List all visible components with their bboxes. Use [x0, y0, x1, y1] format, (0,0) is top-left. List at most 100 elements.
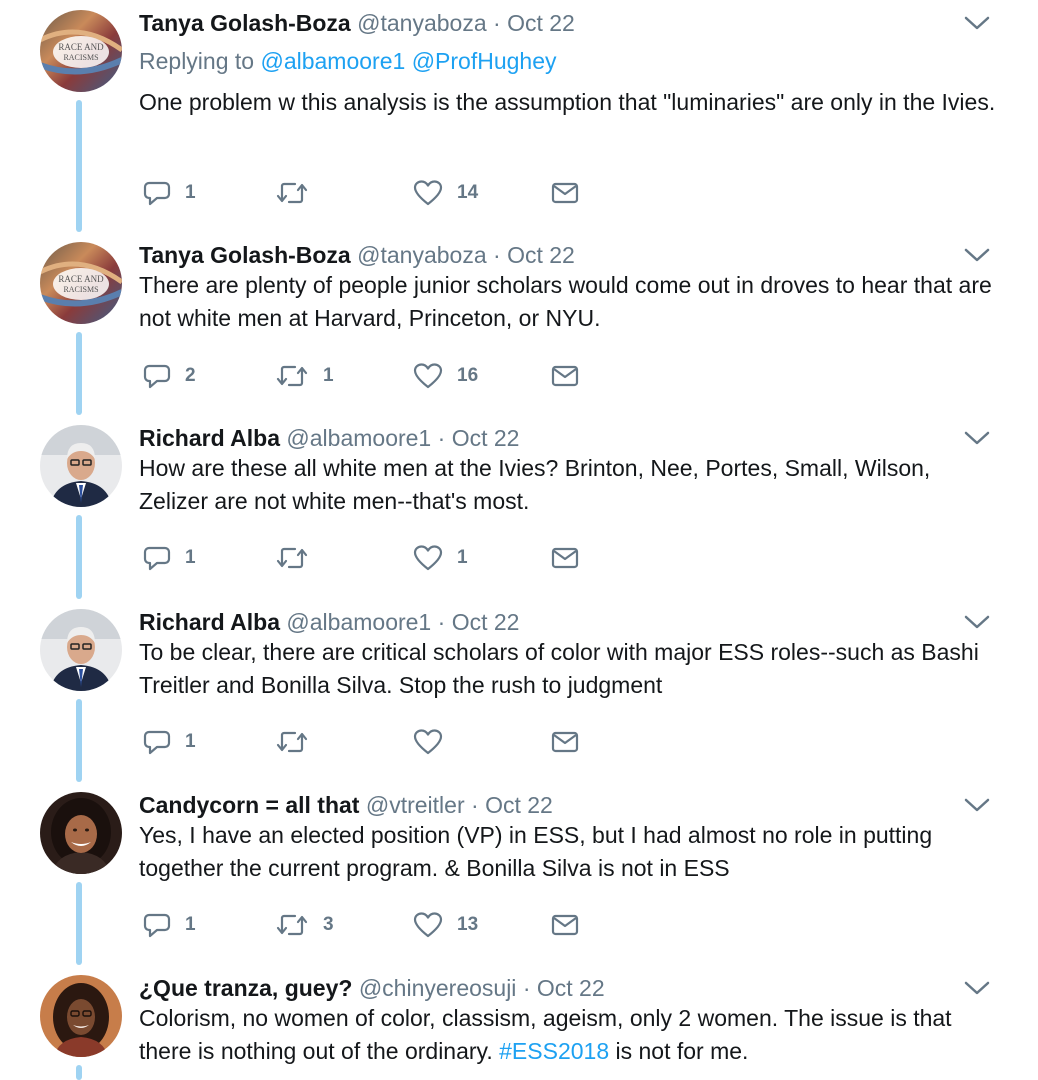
like-count: 13 — [457, 914, 479, 935]
tweet-text: Yes, I have an elected position (VP) in … — [139, 822, 933, 881]
retweet-button[interactable] — [275, 541, 323, 575]
retweet-icon — [276, 731, 308, 753]
reply-button[interactable]: 1 — [143, 908, 196, 942]
envelope-icon — [551, 731, 579, 753]
thread-line — [76, 332, 82, 415]
tweet-text: Colorism, no women of color, classism, a… — [139, 1002, 999, 1068]
author-name[interactable]: Richard Alba — [139, 425, 280, 451]
direct-message-button[interactable] — [551, 176, 579, 210]
timestamp[interactable]: Oct 22 — [452, 609, 520, 635]
heart-icon — [413, 545, 443, 571]
avatar[interactable]: RACE AND RACISMS — [40, 242, 122, 324]
chevron-down-icon[interactable] — [964, 613, 990, 631]
separator-dot: · — [471, 792, 479, 818]
timestamp[interactable]: Oct 22 — [507, 242, 575, 268]
avatar-label-line1: RACE AND — [58, 42, 104, 52]
avatar[interactable]: RACE AND RACISMS — [40, 10, 122, 92]
reply-button[interactable]: 2 — [143, 359, 196, 393]
replying-to-label: Replying to — [139, 48, 255, 74]
avatar-label-line1: RACE AND — [58, 274, 104, 284]
reply-button[interactable]: 1 — [143, 541, 196, 575]
reply-count: 1 — [185, 182, 196, 203]
direct-message-button[interactable] — [551, 908, 579, 942]
reply-count: 2 — [185, 365, 196, 386]
tweet-text: To be clear, there are critical scholars… — [139, 639, 979, 698]
reply-count: 1 — [185, 914, 196, 935]
separator-dot: · — [437, 609, 446, 635]
tweet-actions: 1 1 — [139, 541, 599, 575]
thread-line — [76, 699, 82, 782]
avatar-label-line2: RACISMS — [63, 285, 98, 294]
reply-count: 1 — [185, 731, 196, 752]
author-handle[interactable]: @tanyaboza — [357, 10, 487, 36]
like-button[interactable]: 14 — [413, 176, 478, 210]
envelope-icon — [551, 914, 579, 936]
author-handle[interactable]: @vtreitler — [366, 792, 465, 818]
thread-line — [76, 100, 82, 232]
heart-icon — [413, 729, 443, 755]
retweet-button[interactable]: 1 — [275, 359, 334, 393]
timestamp[interactable]: Oct 22 — [485, 792, 553, 818]
like-button[interactable] — [413, 725, 457, 759]
direct-message-button[interactable] — [551, 541, 579, 575]
mention-link[interactable]: @albamoore1 — [260, 48, 405, 74]
avatar-label-line2: RACISMS — [63, 53, 98, 62]
retweet-icon — [276, 914, 308, 936]
like-count: 1 — [457, 547, 468, 568]
timestamp[interactable]: Oct 22 — [507, 10, 575, 36]
hashtag-link[interactable]: #ESS2018 — [499, 1038, 609, 1064]
author-name[interactable]: ¿Que tranza, guey? — [139, 975, 352, 1001]
author-name[interactable]: Tanya Golash-Boza — [139, 242, 351, 268]
chevron-down-icon[interactable] — [964, 246, 990, 264]
thread-line — [76, 1065, 82, 1080]
tweet-header: Candycorn = all that @vtreitler · Oct 22 — [139, 790, 553, 820]
envelope-icon — [551, 182, 579, 204]
avatar[interactable] — [40, 792, 122, 874]
heart-icon — [413, 363, 443, 389]
avatar[interactable] — [40, 975, 122, 1057]
chevron-down-icon[interactable] — [964, 429, 990, 447]
author-handle[interactable]: @albamoore1 — [286, 425, 431, 451]
author-name[interactable]: Richard Alba — [139, 609, 280, 635]
retweet-button[interactable]: 3 — [275, 908, 334, 942]
tweet: ¿Que tranza, guey? @chinyereosuji · Oct … — [0, 965, 1038, 1080]
like-count: 14 — [457, 182, 479, 203]
direct-message-button[interactable] — [551, 725, 579, 759]
reply-icon — [143, 181, 171, 206]
replying-to: Replying to @albamoore1 @ProfHughey — [139, 46, 557, 76]
timestamp[interactable]: Oct 22 — [452, 425, 520, 451]
retweet-button[interactable] — [275, 176, 323, 210]
tweet-text: There are plenty of people junior schola… — [139, 272, 992, 331]
retweet-button[interactable] — [275, 725, 323, 759]
like-button[interactable]: 13 — [413, 908, 478, 942]
heart-icon — [413, 180, 443, 206]
avatar[interactable] — [40, 609, 122, 691]
reply-icon — [143, 730, 171, 755]
author-handle[interactable]: @chinyereosuji — [359, 975, 517, 1001]
tweet-header: Tanya Golash-Boza @tanyaboza · Oct 22 — [139, 8, 575, 38]
reply-button[interactable]: 1 — [143, 725, 196, 759]
like-button[interactable]: 16 — [413, 359, 478, 393]
timestamp[interactable]: Oct 22 — [537, 975, 605, 1001]
author-name[interactable]: Tanya Golash-Boza — [139, 10, 351, 36]
author-name[interactable]: Candycorn = all that — [139, 792, 359, 818]
chevron-down-icon[interactable] — [964, 979, 990, 997]
author-handle[interactable]: @tanyaboza — [357, 242, 487, 268]
tweet-header: ¿Que tranza, guey? @chinyereosuji · Oct … — [139, 973, 605, 1003]
tweet: Candycorn = all that @vtreitler · Oct 22… — [0, 782, 1038, 965]
reply-icon — [143, 913, 171, 938]
reply-icon — [143, 546, 171, 571]
direct-message-button[interactable] — [551, 359, 579, 393]
chevron-down-icon[interactable] — [964, 796, 990, 814]
separator-dot: · — [437, 425, 446, 451]
reply-button[interactable]: 1 — [143, 176, 196, 210]
tweet: RACE AND RACISMS Tanya Golash-Boza @tany… — [0, 0, 1038, 232]
thread-line — [76, 515, 82, 599]
avatar[interactable] — [40, 425, 122, 507]
chevron-down-icon[interactable] — [964, 14, 990, 32]
author-handle[interactable]: @albamoore1 — [286, 609, 431, 635]
mention-link[interactable]: @ProfHughey — [412, 48, 557, 74]
separator-dot: · — [493, 242, 501, 268]
retweet-icon — [276, 182, 308, 204]
like-button[interactable]: 1 — [413, 541, 468, 575]
